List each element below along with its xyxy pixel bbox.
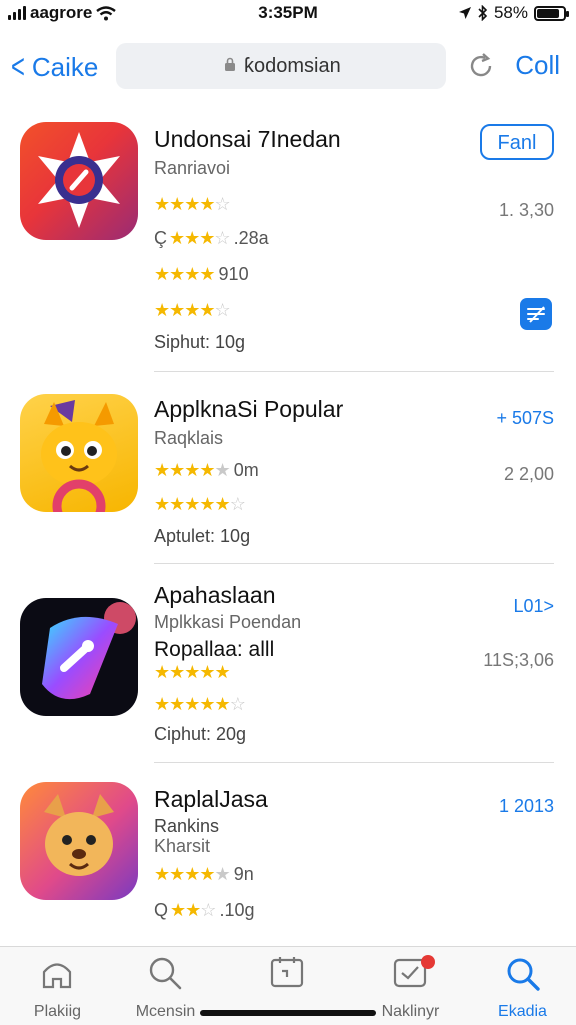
coll-button[interactable]: Coll [515, 50, 560, 81]
app-meta: 2 2,00 [503, 464, 554, 484]
app-price[interactable]: + 507S [496, 408, 554, 429]
app-price[interactable]: 1 2013 [499, 796, 554, 817]
back-button[interactable]: < Caike [8, 50, 98, 84]
list-item[interactable]: Apahaslaan Mplkkasi Poendan Ropallaa: al… [0, 582, 576, 763]
address-bar[interactable]: ƙodomsian [116, 43, 492, 89]
rating-row: ★★★★☆ [154, 300, 231, 320]
rating-row: ★★★★★☆ [154, 694, 246, 714]
app-title[interactable]: RaplalJasa [154, 786, 268, 813]
tab-home[interactable]: Plakiig [0, 947, 115, 1025]
rating-row: Q ★★☆ .10g [154, 900, 255, 920]
mascot-icon [41, 400, 117, 512]
tab-label: Plakiig [33, 1003, 82, 1020]
divider [154, 762, 554, 763]
app-icon-shield[interactable] [20, 598, 138, 716]
calendar-icon [270, 957, 304, 988]
dog-icon [44, 794, 114, 876]
rating-row: ★★★★★☆ [154, 494, 246, 514]
app-meta: 11S;3,06 [483, 650, 554, 670]
shield-icon [42, 602, 136, 700]
list-item[interactable]: ApplknaSi Popular Raqklais ★★★★★ 0m ★★★★★… [0, 390, 576, 564]
home-icon [42, 963, 72, 989]
url-text: ƙodomsian [244, 55, 341, 77]
back-label: Caike [31, 51, 99, 82]
app-icon-compass[interactable] [20, 122, 138, 240]
bluetooth-icon [478, 5, 488, 21]
app-subtitle: Raqklais [154, 428, 224, 448]
app-title[interactable]: ApplknaSi Popular [154, 396, 343, 423]
status-bar: aagrore 3:35PM 58% [0, 0, 576, 26]
app-price[interactable]: L01> [513, 596, 554, 617]
rating-row: ★★★★★ 0m [154, 460, 259, 480]
list-icon[interactable] [520, 298, 552, 330]
reload-icon[interactable] [466, 51, 496, 81]
navigation-bar: < Caike ƙodomsian Coll [0, 40, 576, 92]
divider [154, 371, 554, 372]
app-icon-dog[interactable] [20, 782, 138, 900]
app-size: Ciphut: 20g [154, 724, 247, 744]
app-size: Aptulet: 10g [154, 526, 251, 546]
chevron-left-icon: < [10, 48, 25, 86]
rating-row: ★★★★★ [154, 662, 231, 682]
app-subtitle: Ranriavoi [154, 158, 231, 178]
app-size: Siphut: 10g [154, 332, 246, 352]
app-line: Ropallaa: alll [154, 638, 275, 661]
rating-row: ★★★★☆ [154, 194, 231, 214]
search-active-icon [507, 958, 540, 991]
search-icon [149, 957, 182, 990]
app-title[interactable]: Undonsai 7Inedan [154, 126, 341, 153]
list-item[interactable]: Undonsai 7Inedan Ranriavoi ★★★★☆ Ç ★★★☆ .2… [0, 118, 576, 372]
app-icon-mascot[interactable] [20, 394, 138, 512]
app-title[interactable]: Apahaslaan [154, 582, 276, 609]
battery-percent: 58% [493, 3, 528, 22]
tab-label: Ekadia [498, 1003, 547, 1020]
get-button[interactable]: Fanl [480, 124, 554, 160]
tab-search-active[interactable]: Ekadia [465, 947, 576, 1025]
rating-row: ★★★★★ 9n [154, 864, 254, 884]
list-item[interactable]: RaplalJasa Rankins Kharsit ★★★★★ 9n Q ★★☆.… [0, 782, 576, 942]
app-subtitle: Mplkkasi Poendan [154, 612, 302, 632]
app-subtitle-2: Kharsit [154, 836, 211, 856]
divider [154, 563, 554, 564]
rating-row: Ç ★★★☆ .28a [154, 228, 269, 248]
notification-badge [421, 955, 435, 969]
home-indicator[interactable] [200, 1010, 376, 1016]
compass-icon [38, 132, 120, 228]
rating-row: ★★★★ 910 [154, 264, 249, 284]
app-meta: 1. 3,30 [498, 200, 554, 220]
battery-icon [534, 5, 569, 21]
app-subtitle: Rankins [154, 816, 220, 836]
lock-icon [225, 57, 235, 71]
location-icon [458, 7, 471, 19]
